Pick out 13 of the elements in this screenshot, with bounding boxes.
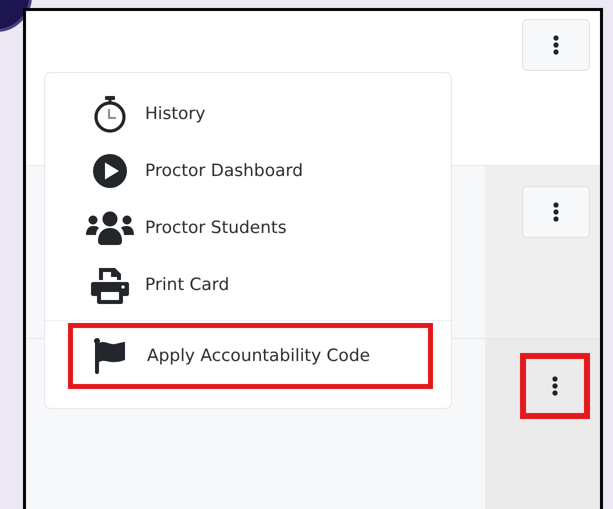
vertical-dots-icon [553, 35, 559, 55]
menu-item[interactable]: Print Card [81, 262, 234, 308]
menu-item[interactable]: Apply Accountability Code [68, 323, 433, 389]
vertical-dots-icon [553, 202, 559, 222]
stopwatch-icon [92, 95, 128, 133]
vertical-dots-icon [552, 376, 558, 396]
more-options-button[interactable] [520, 353, 590, 419]
menu-item[interactable]: History [81, 91, 210, 137]
printer-icon [90, 266, 130, 304]
users-icon [86, 211, 134, 245]
menu-item[interactable]: Proctor Students [81, 205, 291, 251]
play-icon [92, 153, 128, 189]
menu-item[interactable]: Proctor Dashboard [81, 148, 308, 194]
